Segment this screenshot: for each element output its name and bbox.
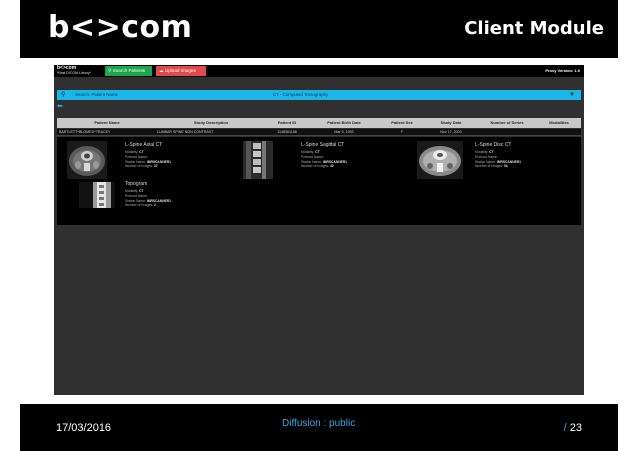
upload-images-label: Upload Images <box>164 68 196 73</box>
series-panel: L-Spine Axial CT Modality: CT Protocol N… <box>57 137 581 225</box>
station-label: Station Name: <box>475 159 496 164</box>
images-value: 2 <box>153 203 156 208</box>
app-logo: b<>com *Best DICOM Library* <box>57 65 91 76</box>
sagittal-ct-thumbnail[interactable] <box>243 141 273 179</box>
series-title-disc[interactable]: L-Spine Disc CT <box>475 142 511 148</box>
client-app-window: b<>com *Best DICOM Library* ⚲ Search Pat… <box>54 65 584 395</box>
cell-birth-date: Mar 5, 1953 <box>334 130 354 134</box>
table-row[interactable]: BARTLETT^BLOMED^TRACEY LUMBAR SPINE NON … <box>57 129 581 136</box>
protocol-label: Protocol Name: <box>125 193 148 198</box>
modality-label: Modality: <box>125 189 139 193</box>
cloud-upload-icon: ☁ <box>159 68 164 73</box>
images-label: Number of Images: <box>125 164 154 169</box>
back-arrow-icon[interactable]: ⬅ <box>57 103 63 111</box>
th-study-description[interactable]: Study Description <box>157 118 265 128</box>
slide-header: b<>com Client Module <box>20 0 618 58</box>
slide-title: Client Module <box>464 18 604 39</box>
filter-icon[interactable]: ▼ <box>569 90 575 100</box>
th-patient-birth-date[interactable]: Patient Birth Date <box>309 118 379 128</box>
modality-label: Modality: <box>125 150 139 154</box>
protocol-label: Protocol Name: <box>475 154 498 159</box>
th-patient-sex[interactable]: Patient Sex <box>379 118 425 128</box>
station-label: Station Name: <box>125 198 146 203</box>
bcom-logo: b<>com <box>48 10 193 45</box>
series-meta-sagittal: Modality: CT Protocol Name: Station Name… <box>301 150 347 169</box>
modality-label: Modality: <box>475 150 489 154</box>
series-title-axial[interactable]: L-Spine Axial CT <box>125 142 162 148</box>
upload-images-button[interactable]: ☁ Upload Images <box>156 66 206 76</box>
cell-patient-id: 1148361168 <box>277 130 297 134</box>
images-label: Number of Images: <box>475 164 504 169</box>
images-value: 54 <box>503 164 508 169</box>
series-meta-disc: Modality: CT Protocol Name: Station Name… <box>475 150 521 169</box>
th-number-of-series[interactable]: Number of Series <box>477 118 537 128</box>
slide-footer: 17/03/2016 Diffusion : public / 23 <box>20 404 618 451</box>
cell-study-description: LUMBAR SPINE NON CONTRAST <box>157 130 214 134</box>
proxy-version: Proxy Version: 1.0 <box>545 68 580 73</box>
images-label: Number of Images: <box>301 164 330 169</box>
modality-filter-value[interactable]: CT - Computed Tomography <box>273 90 328 100</box>
modality-value: CT <box>315 150 320 154</box>
footer-date: 17/03/2016 <box>56 422 112 434</box>
series-meta-topogram: Modality: CT Protocol Name: Station Name… <box>125 189 171 208</box>
station-value: IMRSCANNER1 <box>146 198 171 203</box>
station-label: Station Name: <box>125 159 146 164</box>
page-slash: / <box>563 422 567 434</box>
modality-label: Modality: <box>301 150 315 154</box>
footer-page-number: / 23 <box>564 422 582 434</box>
protocol-label: Protocol Name: <box>301 154 324 159</box>
th-patient-name[interactable]: Patient Name <box>57 118 157 128</box>
station-value: IMRSCANNER1 <box>146 159 171 164</box>
station-label: Station Name: <box>301 159 322 164</box>
th-modalities[interactable]: Modalities <box>537 118 581 128</box>
search-input[interactable]: Search: Patient Name <box>75 90 118 100</box>
images-value: 40 <box>329 164 334 169</box>
modality-value: CT <box>139 150 144 154</box>
series-meta-axial: Modality: CT Protocol Name: Station Name… <box>125 150 171 169</box>
station-value: IMRSCANNER1 <box>322 159 347 164</box>
footer-diffusion: Diffusion : public <box>282 418 356 429</box>
th-study-date[interactable]: Study Date <box>425 118 477 128</box>
th-patient-id[interactable]: Patient ID <box>265 118 309 128</box>
search-patients-button[interactable]: ⚲ Search Patients <box>105 66 152 76</box>
cell-patient-name: BARTLETT^BLOMED^TRACEY <box>59 130 111 134</box>
protocol-label: Protocol Name: <box>125 154 148 159</box>
cell-sex: F <box>400 130 404 134</box>
images-value: 37 <box>153 164 158 169</box>
table-header: Patient Name Study Description Patient I… <box>57 118 581 128</box>
search-patients-label: Search Patients <box>112 68 146 73</box>
app-topbar: b<>com *Best DICOM Library* ⚲ Search Pat… <box>54 65 584 77</box>
disc-ct-thumbnail[interactable] <box>417 141 463 179</box>
page-number-value: 23 <box>569 422 582 434</box>
search-icon: ⚲ <box>61 92 66 98</box>
series-title-topogram[interactable]: Topogram <box>125 181 147 187</box>
axial-ct-thumbnail[interactable] <box>67 141 107 179</box>
series-title-sagittal[interactable]: L-Spine Sagittal CT <box>301 142 344 148</box>
topogram-thumbnail[interactable] <box>79 182 115 208</box>
modality-value: CT <box>489 150 494 154</box>
search-bar[interactable]: ⚲ Search: Patient Name CT - Computed Tom… <box>57 90 581 100</box>
modality-value: CT <box>139 189 144 193</box>
station-value: IMRSCANNER1 <box>496 159 521 164</box>
app-logo-subtitle: *Best DICOM Library* <box>57 71 92 75</box>
search-icon: ⚲ <box>108 68 112 73</box>
cell-study-date: Nov 17, 2003 <box>440 130 462 134</box>
images-label: Number of Images: <box>125 203 154 208</box>
